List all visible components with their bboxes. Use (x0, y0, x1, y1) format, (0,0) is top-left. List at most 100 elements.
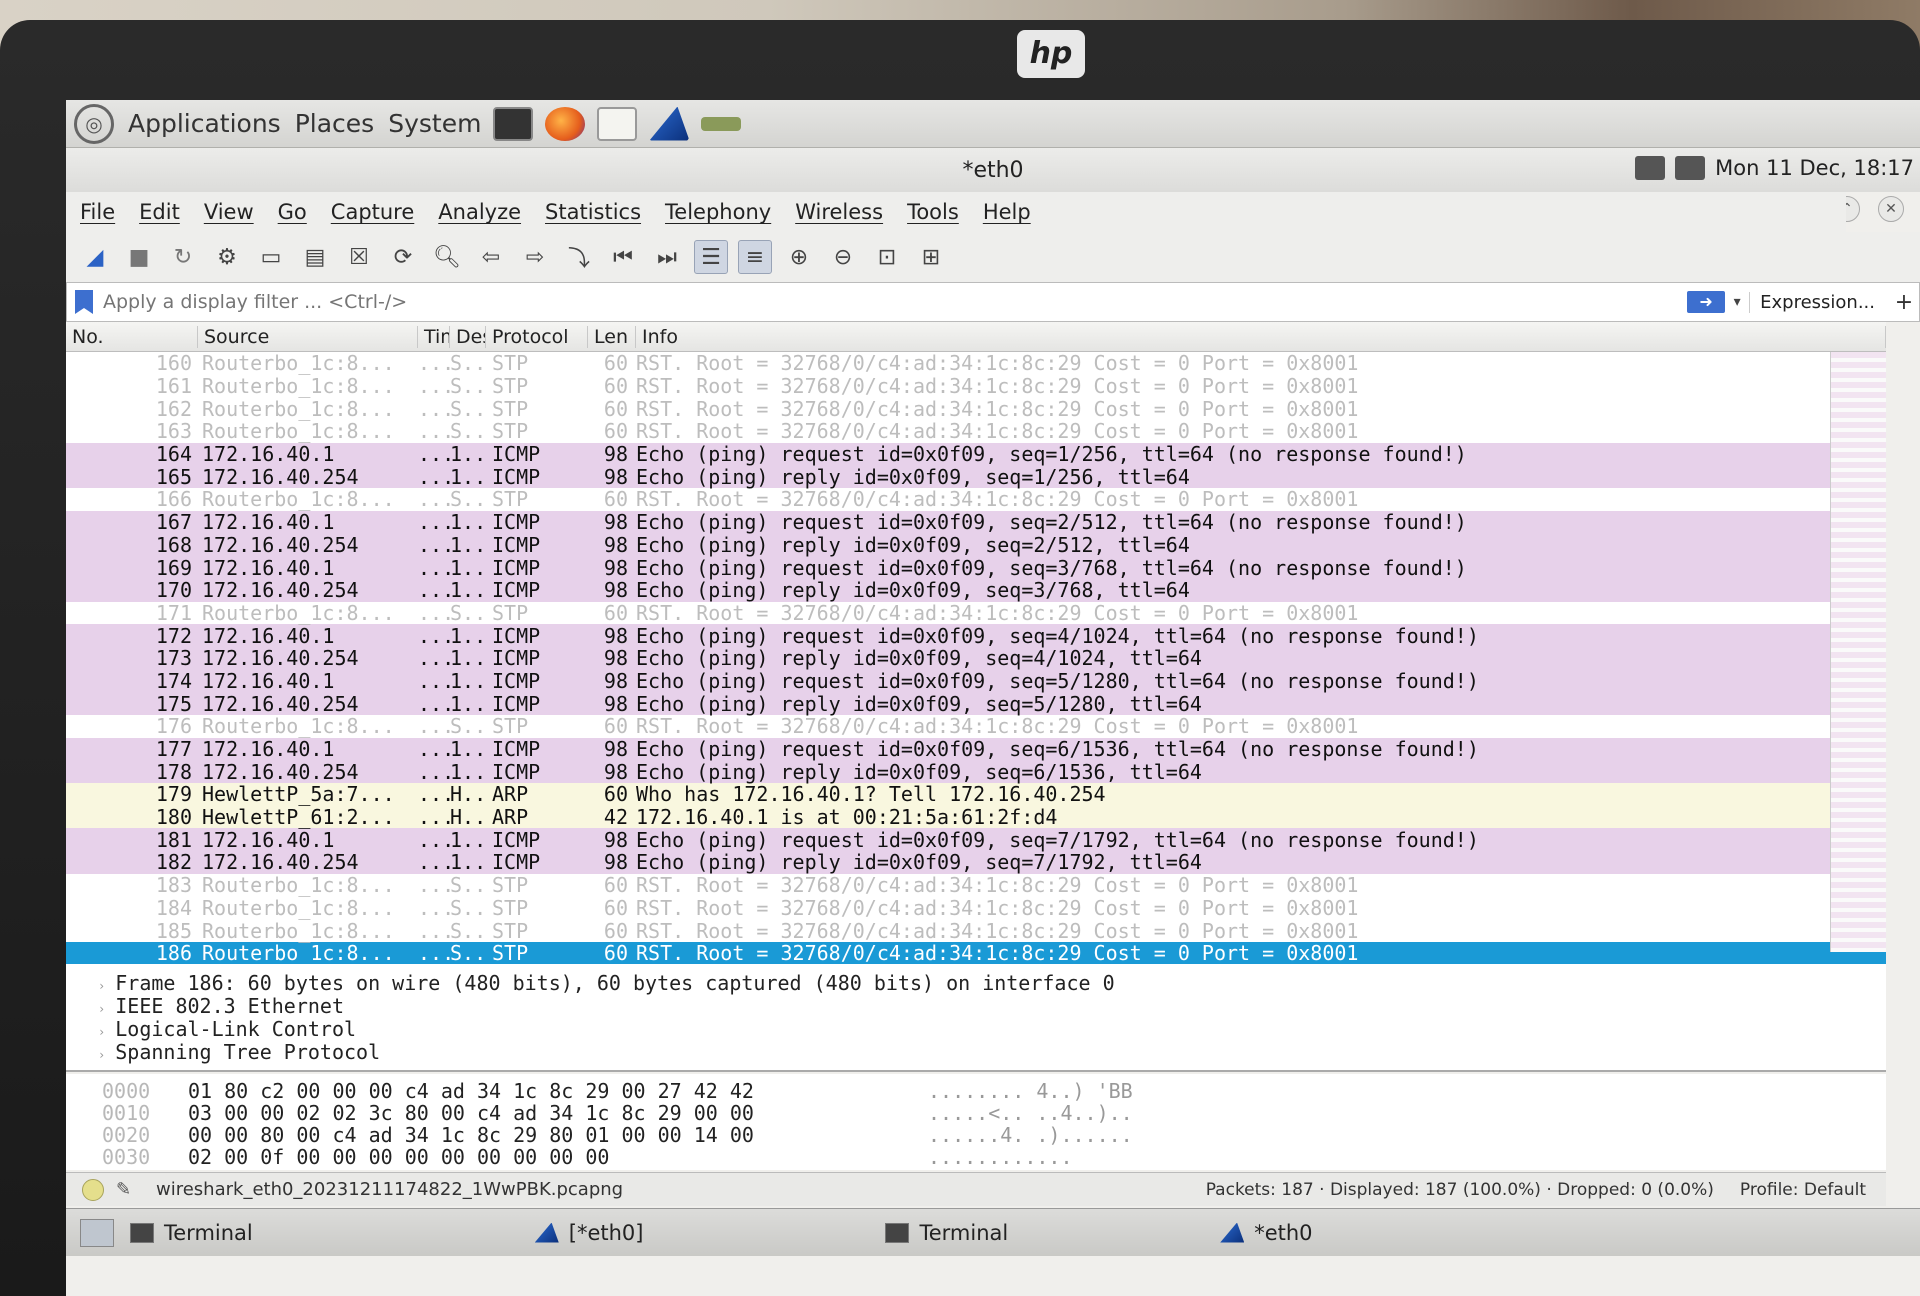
volume-icon[interactable] (1635, 156, 1666, 180)
detail-stp[interactable]: › Spanning Tree Protocol (98, 1041, 1886, 1064)
packet-row[interactable]: 182 172.16.40.254...1...ICMP 98 Echo (ping)… (66, 850, 1886, 874)
detail-frame[interactable]: › Frame 186: 60 bytes on wire (480 bits),… (98, 972, 1886, 995)
menu-wireless[interactable]: Wireless (795, 200, 883, 224)
packet-row[interactable]: 170 172.16.40.254...1...ICMP 98 Echo (ping)… (66, 578, 1886, 602)
normal-size-icon[interactable]: ⊡ (870, 240, 904, 274)
panel-menu-applications[interactable]: Applications (128, 109, 281, 138)
last-packet-icon[interactable]: ⏭ (650, 240, 684, 274)
menu-tools[interactable]: Tools (907, 200, 959, 224)
column-header-length[interactable]: Len (588, 325, 636, 348)
go-to-packet-icon[interactable]: ⤵ (562, 240, 596, 274)
open-file-icon[interactable]: ▭ (254, 240, 288, 274)
network-launcher-icon[interactable] (701, 116, 742, 131)
packet-row[interactable]: 176 Routerbo_1c:8......S...STP 60 RST. Root… (66, 714, 1886, 738)
column-header-protocol[interactable]: Protocol (486, 325, 588, 348)
terminal-launcher-icon[interactable] (493, 106, 534, 141)
menu-statistics[interactable]: Statistics (545, 200, 641, 224)
packet-row[interactable]: 165 172.16.40.254...1...ICMP 98 Echo (ping)… (66, 465, 1886, 489)
packet-row[interactable]: 183 Routerbo_1c:8......S...STP 60 RST. Root… (66, 873, 1886, 897)
menu-telephony[interactable]: Telephony (665, 200, 771, 224)
bookmark-icon[interactable] (75, 290, 93, 314)
resize-columns-icon[interactable]: ⊞ (914, 240, 948, 274)
filter-history-chevron-down-icon[interactable]: ▾ (1725, 294, 1749, 310)
menu-edit[interactable]: Edit (139, 200, 180, 224)
bytes-row[interactable]: 0000 01 80 c2 00 00 00 c4 ad 34 1c 8c 29 … (102, 1079, 1886, 1103)
column-header-source[interactable]: Source (198, 325, 418, 348)
display-filter-input[interactable] (103, 291, 1688, 313)
packet-minimap[interactable] (1830, 352, 1886, 952)
autoscroll-icon[interactable]: ☰ (694, 240, 728, 274)
stop-capture-icon[interactable]: ■ (122, 240, 156, 274)
expand-triangle-icon[interactable]: › (98, 1002, 105, 1016)
packet-row[interactable]: 164 172.16.40.1...1...ICMP 98 Echo (ping) r… (66, 442, 1886, 466)
menu-file[interactable]: File (80, 200, 115, 224)
column-header-no[interactable]: No. (66, 325, 198, 348)
menu-analyze[interactable]: Analyze (438, 200, 521, 224)
packet-row[interactable]: 175 172.16.40.254...1...ICMP 98 Echo (ping)… (66, 692, 1886, 716)
go-back-icon[interactable]: ⇦ (474, 240, 508, 274)
packet-row[interactable]: 169 172.16.40.1...1...ICMP 98 Echo (ping) r… (66, 556, 1886, 580)
packet-row[interactable]: 168 172.16.40.254...1...ICMP 98 Echo (ping)… (66, 533, 1886, 557)
packet-row[interactable]: 173 172.16.40.254...1...ICMP 98 Echo (ping)… (66, 646, 1886, 670)
close-file-icon[interactable]: ☒ (342, 240, 376, 274)
bytes-row[interactable]: 0030 02 00 0f 00 00 00 00 00 00 00 00 00.… (102, 1145, 1886, 1169)
packet-row[interactable]: 181 172.16.40.1...1...ICMP 98 Echo (ping) r… (66, 828, 1886, 852)
zoom-out-icon[interactable]: ⊖ (826, 240, 860, 274)
panel-menu-places[interactable]: Places (295, 109, 375, 138)
capture-options-icon[interactable]: ⚙ (210, 240, 244, 274)
packet-row[interactable]: 179 HewlettP_5a:7......H...ARP 60 Who has 1… (66, 782, 1886, 806)
packet-row[interactable]: 185 Routerbo_1c:8......S...STP 60 RST. Root… (66, 919, 1886, 943)
save-file-icon[interactable]: ▤ (298, 240, 332, 274)
network-status-icon[interactable] (1675, 156, 1706, 180)
menu-go[interactable]: Go (278, 200, 307, 224)
show-desktop-icon[interactable] (80, 1218, 114, 1247)
start-capture-icon[interactable]: ◢ (78, 240, 112, 274)
packet-row[interactable]: 178 172.16.40.254...1...ICMP 98 Echo (ping)… (66, 760, 1886, 784)
packet-row[interactable]: 172 172.16.40.1...1...ICMP 98 Echo (ping) r… (66, 624, 1886, 648)
expand-triangle-icon[interactable]: › (98, 979, 105, 993)
expert-info-icon[interactable] (82, 1178, 104, 1201)
packet-row[interactable]: 166 Routerbo_1c:8......S...STP 60 RST. Root… (66, 487, 1886, 511)
packet-row[interactable]: 160 Routerbo_1c:8......S...STP 60 RST. Root… (66, 351, 1886, 375)
gnome-foot-icon[interactable]: ◎ (74, 103, 114, 144)
taskbar-item-terminal-1[interactable]: Terminal (114, 1213, 269, 1253)
clock[interactable]: Mon 11 Dec, 18:17 (1715, 156, 1914, 180)
close-icon[interactable]: ✕ (1878, 196, 1904, 222)
restart-capture-icon[interactable]: ↻ (166, 240, 200, 274)
profile-label[interactable]: Profile: Default (1740, 1180, 1866, 1200)
taskbar-item-wireshark-2[interactable]: *eth0 (1204, 1213, 1328, 1253)
firefox-launcher-icon[interactable] (545, 106, 586, 141)
go-forward-icon[interactable]: ⇨ (518, 240, 552, 274)
capture-comment-icon[interactable]: ✎ (116, 1179, 138, 1201)
menu-capture[interactable]: Capture (331, 200, 415, 224)
packet-row[interactable]: 167 172.16.40.1...1...ICMP 98 Echo (ping) r… (66, 510, 1886, 534)
find-packet-icon[interactable]: 🔍︎ (430, 240, 464, 274)
column-header-info[interactable]: Info (636, 325, 1886, 348)
panel-menu-system[interactable]: System (388, 109, 481, 138)
text-editor-launcher-icon[interactable] (597, 106, 638, 141)
packet-row-selected[interactable]: 186 Routerbo_1c:8......S...STP 60 RST. Root… (66, 941, 1886, 965)
packet-row[interactable]: 161 Routerbo_1c:8......S...STP 60 RST. Root… (66, 374, 1886, 398)
detail-ethernet[interactable]: › IEEE 802.3 Ethernet (98, 995, 1886, 1018)
apply-filter-arrow-icon[interactable]: ➜ (1687, 291, 1726, 313)
expand-triangle-icon[interactable]: › (98, 1025, 105, 1039)
packet-row[interactable]: 163 Routerbo_1c:8......S...STP 60 RST. Root… (66, 419, 1886, 443)
bytes-row[interactable]: 0010 03 00 00 02 02 3c 80 00 c4 ad 34 1c … (102, 1101, 1886, 1125)
detail-llc[interactable]: › Logical-Link Control (98, 1018, 1886, 1041)
menu-help[interactable]: Help (983, 200, 1031, 224)
reload-file-icon[interactable]: ⟳ (386, 240, 420, 274)
column-header-destination[interactable]: Desi (450, 325, 486, 348)
packet-row[interactable]: 184 Routerbo_1c:8......S...STP 60 RST. Root… (66, 896, 1886, 920)
packet-row[interactable]: 171 Routerbo_1c:8......S...STP 60 RST. Root… (66, 601, 1886, 625)
expression-button[interactable]: Expression... (1749, 291, 1889, 313)
packet-row[interactable]: 180 HewlettP_61:2......H...ARP 42 172.16.40… (66, 805, 1886, 829)
add-filter-button[interactable]: + (1889, 290, 1919, 315)
colorize-icon[interactable]: ≡ (738, 240, 772, 274)
bytes-row[interactable]: 0020 00 00 80 00 c4 ad 34 1c 8c 29 80 01 … (102, 1123, 1886, 1147)
first-packet-icon[interactable]: ⏮ (606, 240, 640, 274)
packet-row[interactable]: 162 Routerbo_1c:8......S...STP 60 RST. Root… (66, 397, 1886, 421)
taskbar-item-wireshark-1[interactable]: [*eth0] (519, 1213, 660, 1253)
packet-row[interactable]: 177 172.16.40.1...1...ICMP 98 Echo (ping) r… (66, 737, 1886, 761)
taskbar-item-terminal-2[interactable]: Terminal (869, 1213, 1024, 1253)
packet-row[interactable]: 174 172.16.40.1...1...ICMP 98 Echo (ping) r… (66, 669, 1886, 693)
